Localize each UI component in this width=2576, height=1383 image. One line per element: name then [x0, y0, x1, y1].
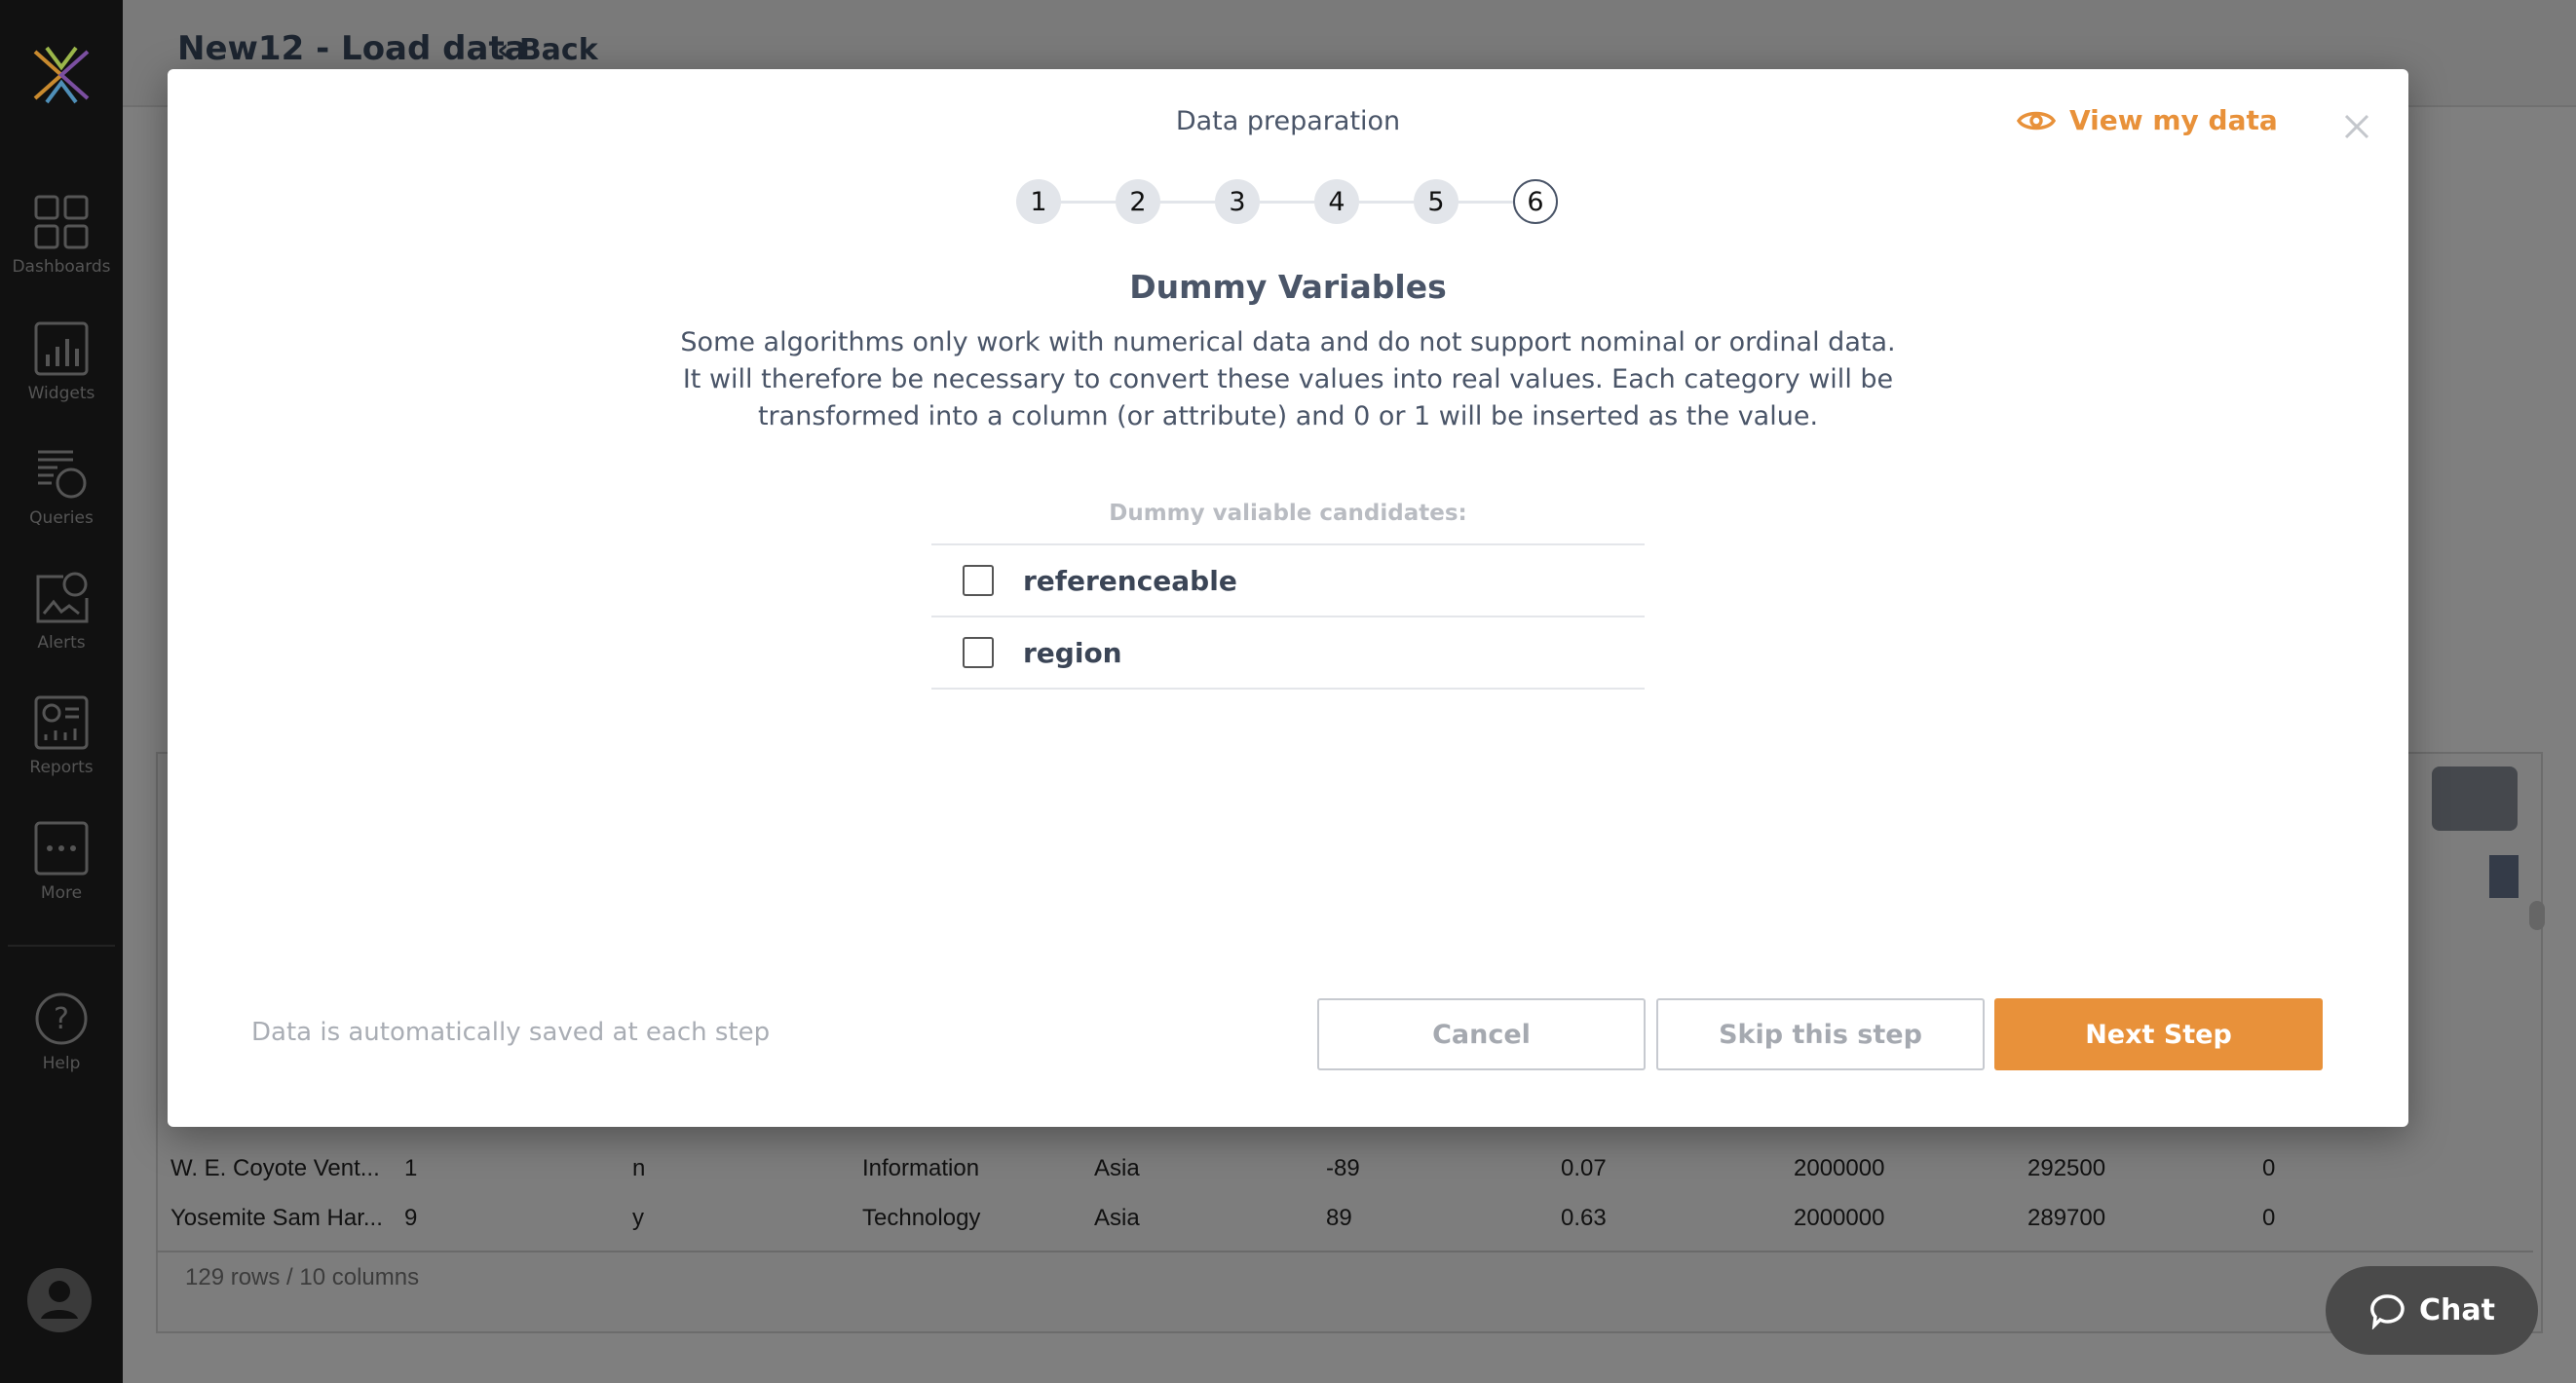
back-link[interactable]: ‹ Back [497, 33, 598, 67]
candidate-label: referenceable [1023, 564, 1237, 597]
sidebar-item-label: Help [42, 1054, 81, 1073]
step-description: Some algorithms only work with numerical… [680, 327, 1896, 431]
step-2[interactable]: 2 [1116, 179, 1160, 224]
candidates-label: Dummy valiable candidates: [1109, 501, 1467, 526]
step-heading: Dummy Variables [1129, 268, 1447, 306]
data-preparation-modal: Data preparation View my data 123456 Dum… [168, 69, 2408, 1127]
step-connector [1458, 201, 1513, 204]
table-cell: W. E. Coyote Vent... [170, 1155, 380, 1181]
sidebar-item-label: Widgets [27, 384, 95, 403]
step-6[interactable]: 6 [1513, 179, 1558, 224]
table-cell: Asia [1094, 1205, 1140, 1231]
view-my-data-link[interactable]: View my data [2017, 104, 2278, 136]
view-my-data-label: View my data [2069, 104, 2278, 136]
autosave-note: Data is automatically saved at each step [251, 1018, 771, 1047]
skip-step-button[interactable]: Skip this step [1656, 998, 1985, 1070]
reports-icon [34, 695, 89, 750]
queries-icon [38, 450, 87, 499]
sidebar-item-dashboards[interactable]: Dashboards [0, 195, 123, 277]
table-cell: 89 [1326, 1205, 1352, 1231]
alerts-icon [36, 572, 89, 623]
step-4[interactable]: 4 [1314, 179, 1359, 224]
sidebar-item-alerts[interactable]: Alerts [0, 571, 123, 653]
table-footer-divider [156, 1251, 2533, 1252]
sidebar-item-label: Reports [29, 758, 94, 777]
chat-bubble-icon [2370, 1293, 2405, 1329]
step-3[interactable]: 3 [1215, 179, 1260, 224]
sidebar-item-more[interactable]: More [0, 821, 123, 903]
step-connector [1160, 201, 1215, 204]
sidebar-item-label: Queries [29, 508, 94, 528]
table-cell: 0 [2262, 1205, 2276, 1231]
sidebar-divider [8, 945, 115, 947]
step-connector [1061, 201, 1116, 204]
table-cell: 0 [2262, 1155, 2276, 1181]
checkbox[interactable] [963, 565, 994, 596]
sidebar-item-reports[interactable]: Reports [0, 695, 123, 777]
sidebar-item-help[interactable]: ? Help [0, 991, 123, 1073]
candidate-referenceable[interactable]: referenceable [931, 543, 1645, 616]
chat-label: Chat [2419, 1293, 2495, 1327]
page-title: New12 - Load data [177, 29, 527, 68]
help-icon: ? [35, 992, 88, 1045]
table-cell: Technology [862, 1205, 981, 1231]
table-cell: y [632, 1205, 644, 1231]
sidebar-item-label: Alerts [37, 633, 86, 653]
sidebar-item-widgets[interactable]: Widgets [0, 321, 123, 403]
widgets-icon [34, 321, 89, 376]
candidate-label: region [1023, 636, 1122, 669]
user-avatar[interactable] [27, 1268, 92, 1336]
scrollbar-thumb[interactable] [2529, 901, 2545, 930]
chart-view-button[interactable] [2432, 766, 2518, 831]
sidebar: Dashboards Widgets Queries Alerts Report… [0, 0, 123, 1383]
table-cell: 0.63 [1561, 1205, 1607, 1231]
checkbox[interactable] [963, 637, 994, 668]
table-cell: 2000000 [1794, 1205, 1885, 1231]
table-cell: Asia [1094, 1155, 1140, 1181]
row-column-count: 129 rows / 10 columns [185, 1264, 420, 1290]
chat-button[interactable]: Chat [2326, 1266, 2538, 1355]
close-icon[interactable] [2340, 110, 2373, 143]
dashboards-icon [34, 195, 89, 249]
table-cell: -89 [1326, 1155, 1360, 1181]
step-connector [1359, 201, 1414, 204]
app-logo[interactable] [27, 44, 95, 110]
table-cell: 9 [404, 1205, 418, 1231]
table-cell: 0.07 [1561, 1155, 1607, 1181]
table-cell: Yosemite Sam Har... [170, 1205, 383, 1231]
step-5[interactable]: 5 [1414, 179, 1458, 224]
candidate-region[interactable]: region [931, 616, 1645, 690]
table-cell: n [632, 1155, 646, 1181]
column-indicator [2489, 855, 2519, 898]
sidebar-item-queries[interactable]: Queries [0, 446, 123, 528]
cancel-button[interactable]: Cancel [1317, 998, 1646, 1070]
eye-icon [2017, 111, 2056, 130]
step-connector [1260, 201, 1314, 204]
sidebar-item-label: More [40, 883, 83, 903]
step-1[interactable]: 1 [1016, 179, 1061, 224]
table-cell: Information [862, 1155, 980, 1181]
chevron-left-icon: ‹ [497, 33, 519, 67]
back-label: Back [518, 33, 598, 67]
table-cell: 289700 [2027, 1205, 2106, 1231]
sidebar-item-label: Dashboards [12, 257, 111, 277]
next-step-button[interactable]: Next Step [1994, 998, 2323, 1070]
table-cell: 2000000 [1794, 1155, 1885, 1181]
more-icon [34, 821, 89, 876]
table-cell: 292500 [2027, 1155, 2106, 1181]
table-cell: 1 [404, 1155, 418, 1181]
svg-text:?: ? [54, 1002, 69, 1036]
